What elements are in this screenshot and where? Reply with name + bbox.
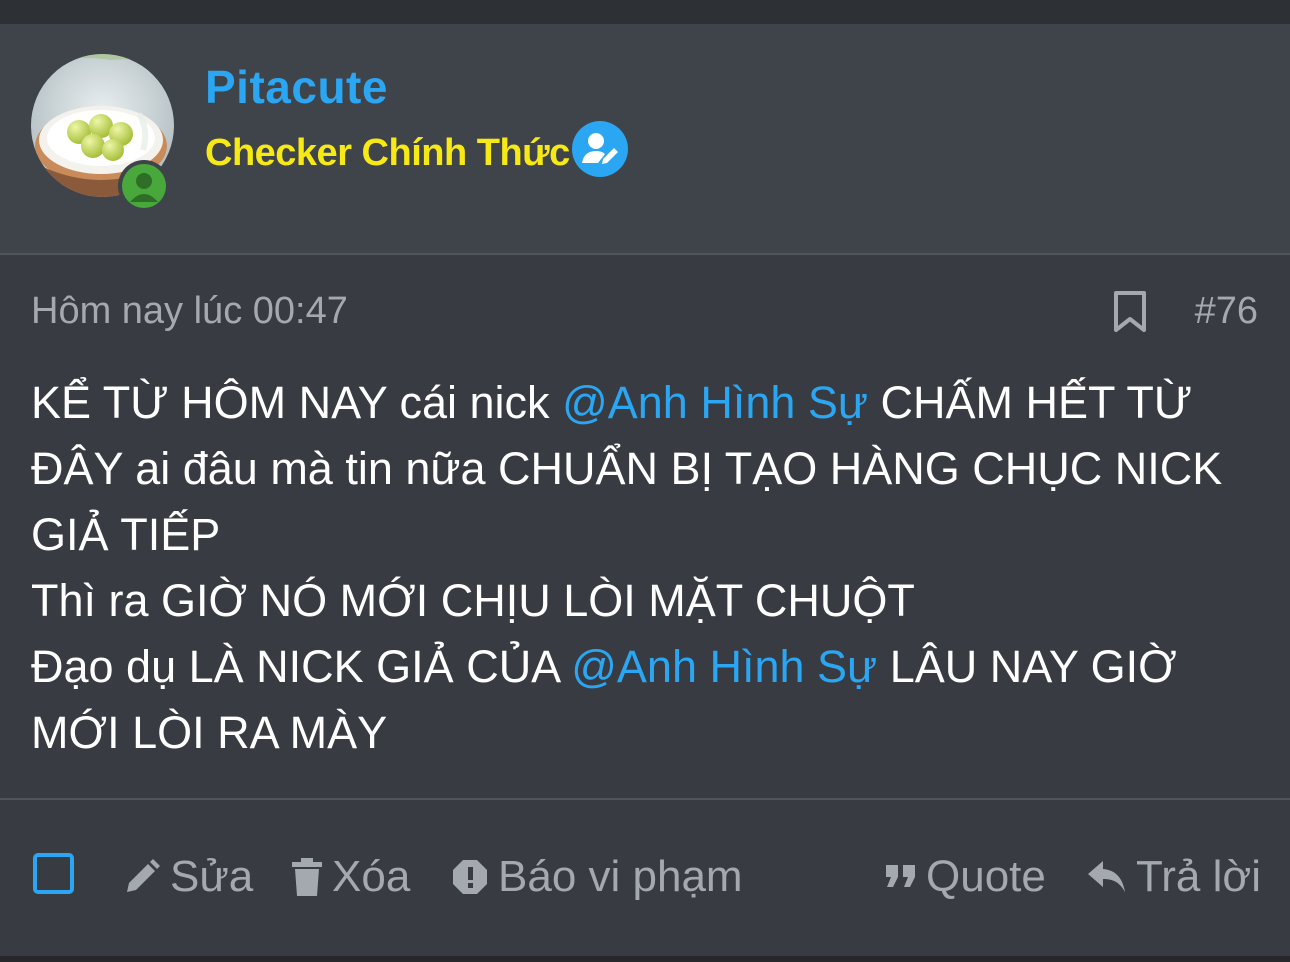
alert-octagon-icon: [452, 859, 488, 895]
report-label: Báo vi phạm: [498, 852, 743, 901]
message-line: MỚI LÒI RA MÀY: [31, 707, 388, 758]
message-line: GIẢ TIẾP: [31, 509, 221, 560]
user-header: Pitacute Checker Chính Thức: [0, 24, 1290, 253]
message-text: Đạo dụ LÀ NICK GIẢ CỦA: [31, 641, 572, 692]
message-line: Thì ra GIỜ NÓ MỚI CHỊU LÒI MẶT CHUỘT: [31, 575, 915, 626]
person-icon: [130, 173, 158, 202]
report-button[interactable]: Báo vi phạm: [452, 852, 743, 902]
reply-button[interactable]: Trả lời: [1088, 852, 1261, 902]
top-strip: [0, 0, 1290, 24]
user-edit-icon: [572, 121, 628, 177]
username[interactable]: Pitacute: [205, 60, 388, 114]
message-text: KỂ TỪ HÔM NAY cái nick: [31, 377, 563, 428]
user-mention[interactable]: @Anh Hình Sự: [571, 641, 877, 692]
select-post-checkbox[interactable]: [33, 853, 74, 894]
edit-button[interactable]: Sửa: [124, 852, 253, 902]
post-number[interactable]: #76: [1195, 290, 1258, 333]
post-card: Pitacute Checker Chính Thức Hôm nay lúc …: [0, 24, 1290, 956]
reply-label: Trả lời: [1136, 852, 1261, 901]
reply-icon: [1088, 861, 1126, 893]
message-text: LÂU NAY GIỜ: [877, 641, 1177, 692]
message-line: Đạo dụ LÀ NICK GIẢ CỦA @Anh Hình Sự LÂU …: [31, 634, 1261, 700]
bookmark-icon[interactable]: [1112, 290, 1148, 334]
header-divider: [0, 253, 1290, 255]
post-message: KỂ TỪ HÔM NAY cái nick @Anh Hình Sự CHẤM…: [31, 370, 1261, 766]
message-line: KỂ TỪ HÔM NAY cái nick @Anh Hình Sự CHẤM…: [31, 370, 1261, 436]
user-mention[interactable]: @Anh Hình Sự: [562, 377, 868, 428]
trash-icon: [292, 858, 322, 896]
post-timestamp[interactable]: Hôm nay lúc 00:47: [31, 290, 348, 333]
online-status-badge: [118, 160, 170, 212]
pencil-icon: [124, 859, 160, 895]
edit-label: Sửa: [170, 852, 254, 901]
quote-label: Quote: [926, 852, 1046, 901]
user-title: Checker Chính Thức: [205, 132, 570, 174]
delete-button[interactable]: Xóa: [292, 852, 410, 902]
delete-label: Xóa: [332, 852, 411, 901]
quote-icon: [886, 865, 916, 889]
bottom-strip: [0, 956, 1290, 962]
post-actions: Sửa Xóa Báo vi phạm Quote Trả lời: [0, 800, 1290, 956]
quote-button[interactable]: Quote: [886, 852, 1046, 902]
message-text: CHẤM HẾT TỪ: [868, 377, 1193, 428]
message-line: ĐÂY ai đâu mà tin nữa CHUẨN BỊ TẠO HÀNG …: [31, 443, 1223, 494]
